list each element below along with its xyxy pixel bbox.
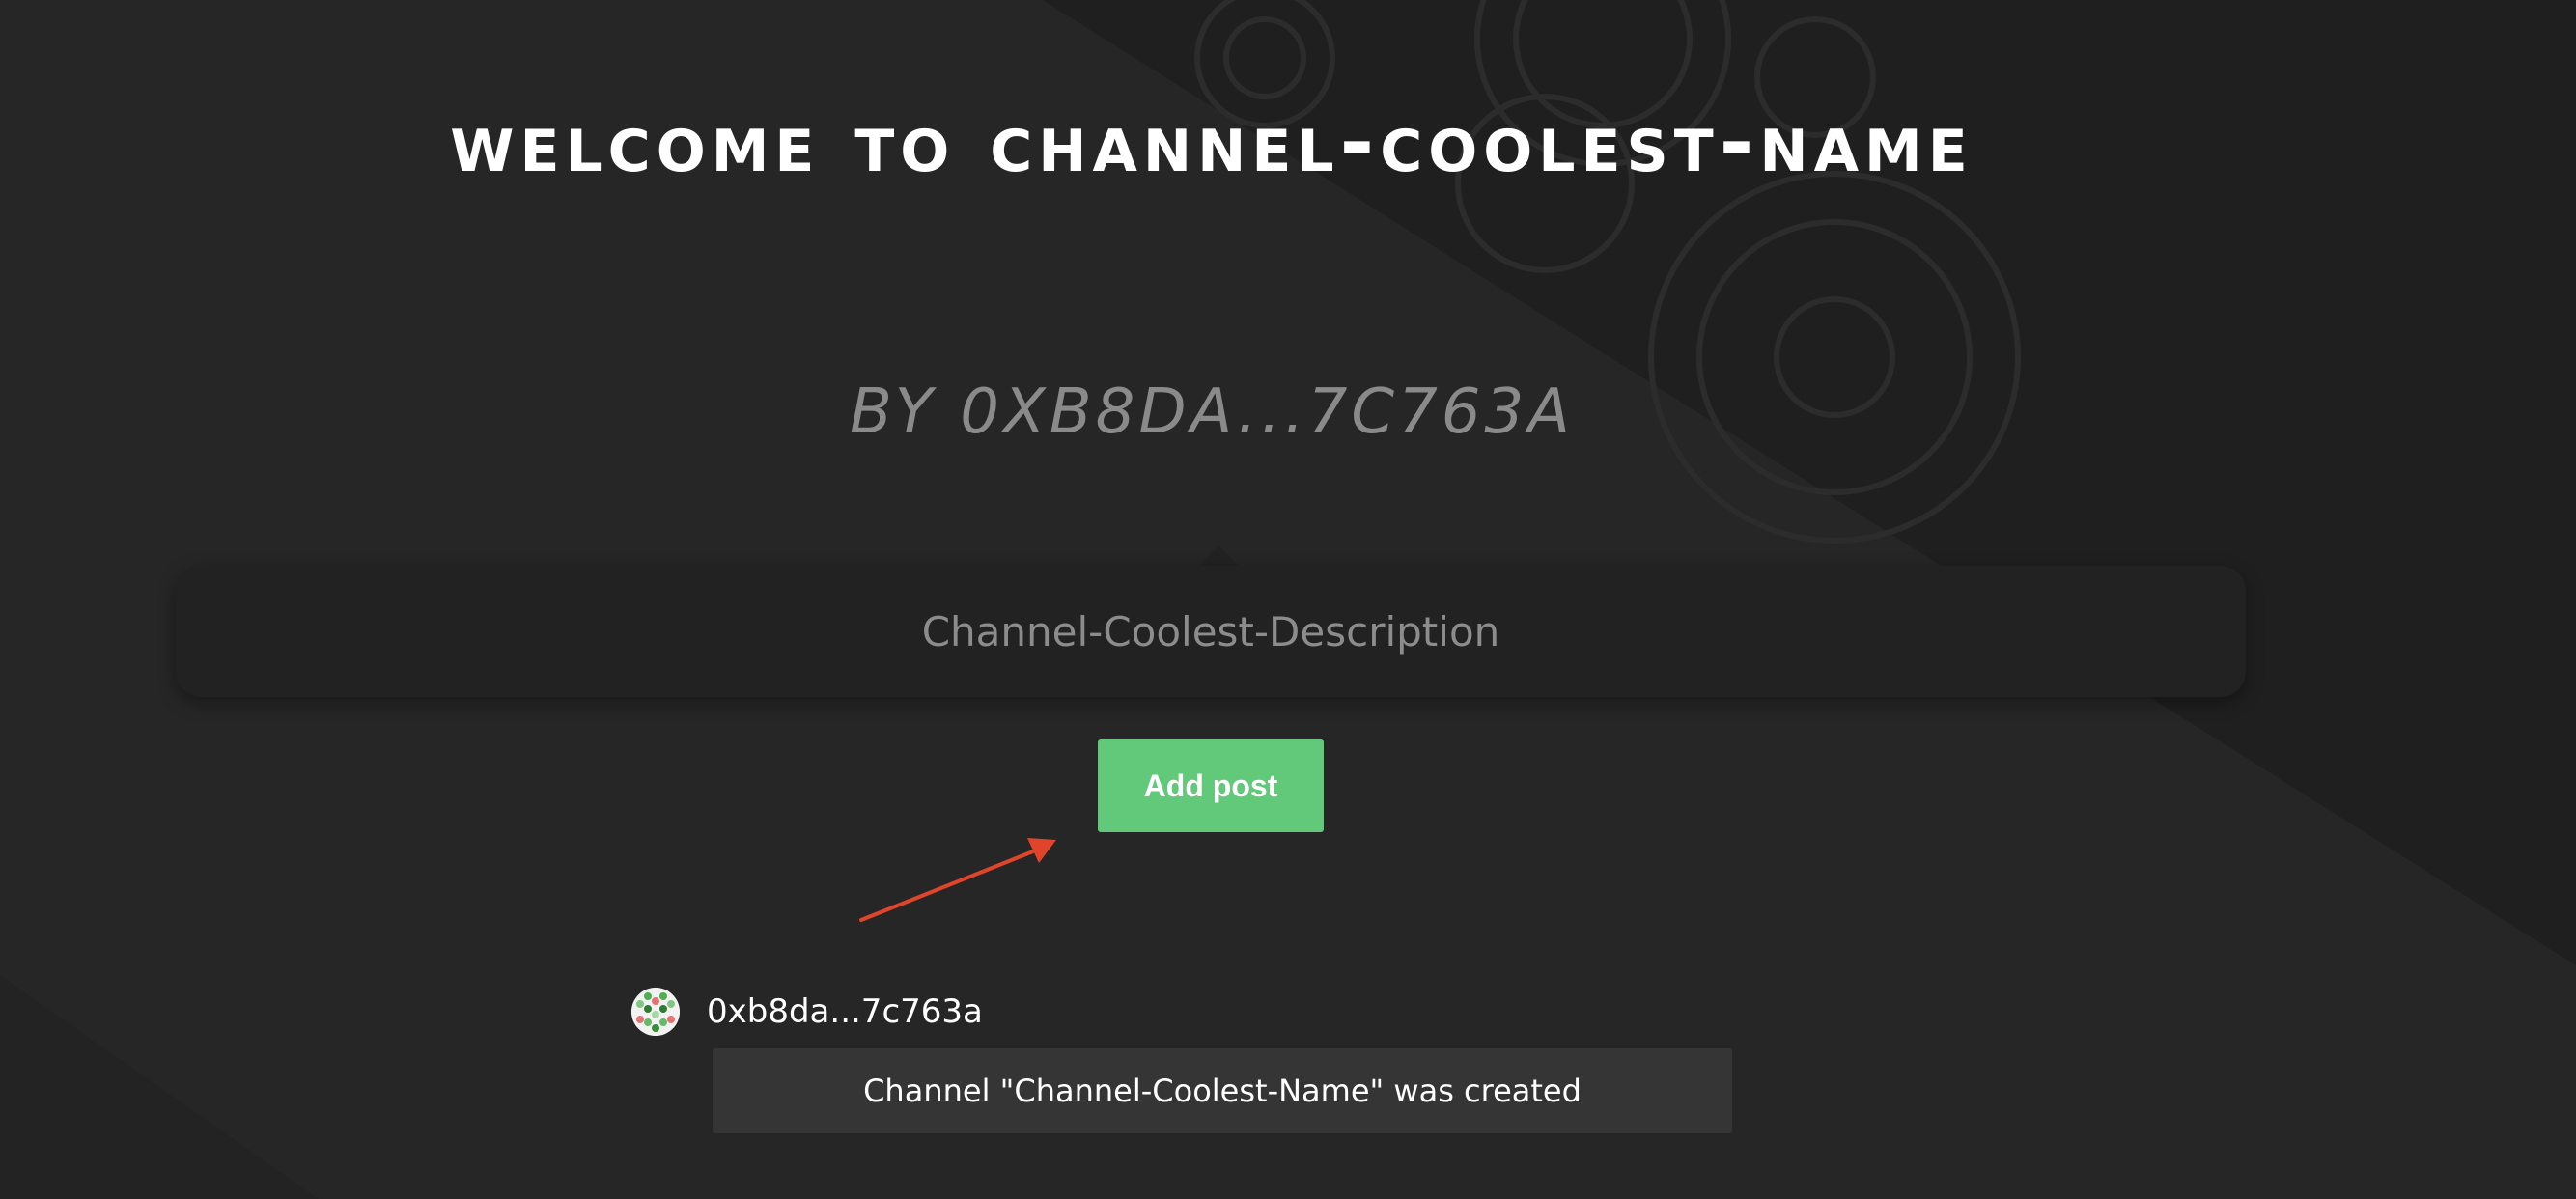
page-title: welcome to channel-coolest-name bbox=[450, 95, 1974, 191]
description-panel: Channel-Coolest-Description bbox=[176, 566, 2246, 697]
channel-description: Channel-Coolest-Description bbox=[921, 607, 1500, 655]
add-post-button[interactable]: Add post bbox=[1098, 739, 1324, 832]
identicon-avatar[interactable] bbox=[631, 988, 680, 1036]
description-notch bbox=[1197, 545, 1240, 567]
post-author-row: 0xb8da...7c763a bbox=[631, 985, 983, 1039]
post-message: Channel "Channel-Coolest-Name" was creat… bbox=[713, 1048, 1732, 1133]
red-arrow-icon bbox=[859, 838, 1056, 922]
post-author-address[interactable]: 0xb8da...7c763a bbox=[707, 992, 983, 1031]
channel-owner-byline: BY 0XB8DA...7C763A bbox=[849, 376, 1575, 448]
